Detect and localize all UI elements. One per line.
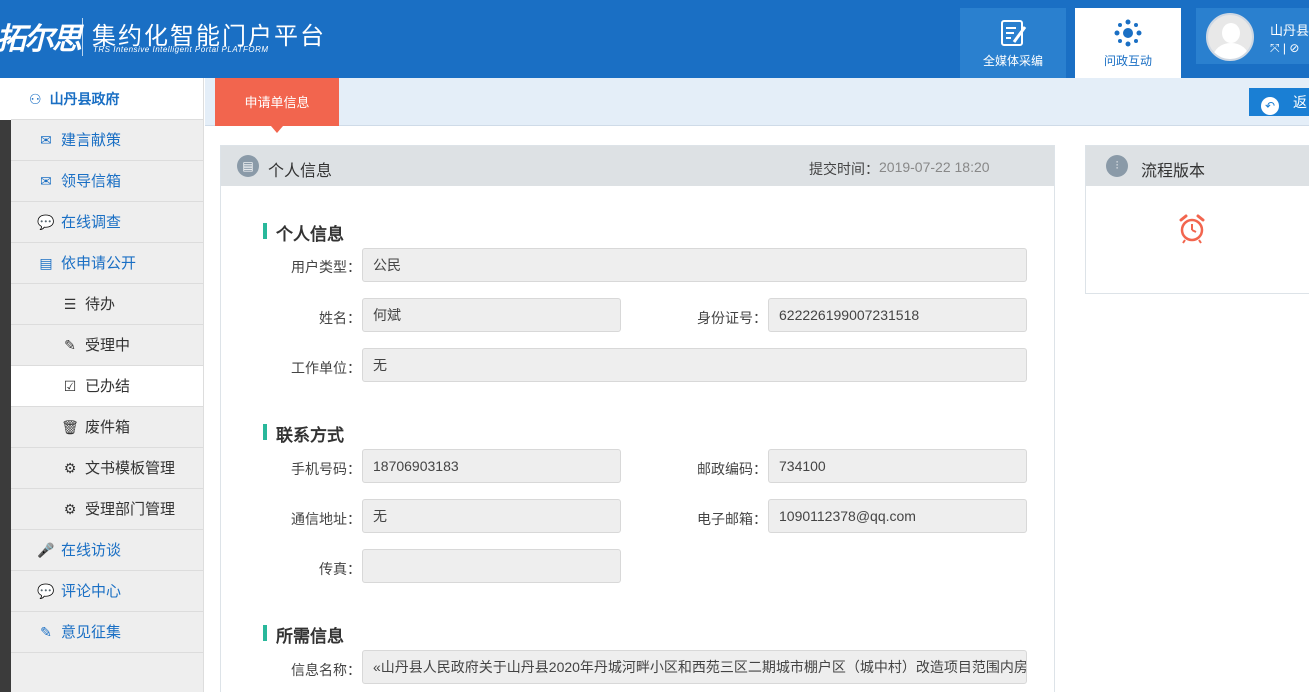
user-name: 山丹县: [1270, 23, 1309, 38]
sidebar-item-label: 依申请公开: [61, 255, 137, 272]
section-contact: 联系方式: [263, 421, 344, 446]
address-label: 通信地址：: [291, 511, 361, 527]
id-number-label: 身份证号：: [697, 310, 767, 326]
comment-icon: 💬: [37, 583, 55, 599]
microphone-icon: 🎤: [37, 542, 55, 558]
avatar[interactable]: [1206, 13, 1254, 61]
sidebar-menu: ✉ 建言献策 ✉ 领导信箱 💬 在线调查 ▤ 依申请公开 ☰ 待办 ✎ 受理中 ☑ 已办结 🗑 废件箱 ⚙ 文书模…: [11, 120, 203, 653]
sidebar-item-label: 领导信箱: [61, 173, 122, 190]
sidebar-item[interactable]: ✉ 建言献策: [11, 120, 203, 161]
sidebar-item-label: 受理部门管理: [85, 501, 176, 518]
sidebar-item-label: 意见征集: [61, 624, 122, 641]
edit-icon: ✎: [64, 337, 76, 353]
workflow-title: 流程版本: [1141, 163, 1206, 180]
sidebar-item[interactable]: ✉ 领导信箱: [11, 161, 203, 202]
email-label: 电子邮箱：: [697, 511, 767, 527]
trash-icon: 🗑: [61, 419, 79, 435]
sidebar-item[interactable]: ✎ 受理中: [11, 325, 203, 366]
name-label: 姓名：: [319, 310, 361, 326]
sidebar-item[interactable]: ☑ 已办结: [11, 366, 203, 407]
avatar-body: [1213, 43, 1249, 59]
sidebar-item[interactable]: ⚙ 文书模板管理: [11, 448, 203, 489]
section-required-info: 所需信息: [263, 622, 344, 647]
sidebar-item-label: 在线访谈: [61, 542, 122, 559]
phone-field[interactable]: 18706903183: [362, 449, 621, 483]
sidebar-org-title[interactable]: ⚇ 山丹县政府: [11, 78, 203, 120]
fax-label: 传真：: [319, 561, 361, 577]
content-tabbar: 申请单信息 ↶ 返: [205, 78, 1309, 133]
sidebar-rail-top: [0, 78, 11, 120]
mail-icon: ✉: [40, 173, 52, 189]
workflow-panel: ⫶ 流程版本: [1085, 145, 1309, 294]
mail-icon: ✉: [40, 132, 52, 148]
sidebar-item-label: 受理中: [85, 337, 131, 354]
panel-header: ▤ 个人信息 提交时间： 2019-07-22 18:20: [221, 146, 1054, 186]
user-menu[interactable]: 山丹县 ⤧ | ⊘: [1196, 8, 1309, 64]
list-icon: ▤: [39, 255, 53, 271]
chat-icon: 💬: [37, 214, 55, 230]
postcode-field[interactable]: 734100: [768, 449, 1027, 483]
logo-separator: [82, 18, 83, 56]
sidebar-rail: [0, 120, 11, 692]
submit-time-label: 提交时间：: [809, 161, 879, 177]
logo-mark: 拓尔思: [0, 22, 82, 57]
name-field[interactable]: 何斌: [362, 298, 621, 332]
employer-field[interactable]: 无: [362, 348, 1027, 382]
postcode-label: 邮政编码：: [697, 461, 767, 477]
alarm-clock-icon: [1179, 214, 1205, 244]
sidebar-item[interactable]: ☰ 待办: [11, 284, 203, 325]
id-number-field[interactable]: 622226199007231518: [768, 298, 1027, 332]
back-arrow-icon: ↶: [1261, 97, 1279, 115]
media-edit-icon: [1001, 20, 1027, 46]
edit-icon: ✎: [40, 624, 52, 640]
interaction-icon: [1114, 19, 1142, 47]
workflow-icon: ⫶: [1106, 155, 1128, 177]
user-action-icons[interactable]: ⤧ | ⊘: [1270, 41, 1299, 56]
sidebar-item-label: 废件箱: [85, 419, 131, 436]
employer-label: 工作单位：: [291, 360, 361, 376]
todo-icon: ☰: [63, 296, 77, 312]
address-field[interactable]: 无: [362, 499, 621, 533]
sidebar-item-label: 在线调查: [61, 214, 122, 231]
sidebar-item[interactable]: ✎ 意见征集: [11, 612, 203, 653]
tab-application-info[interactable]: 申请单信息: [215, 78, 339, 133]
sidebar-item-label: 建言献策: [61, 132, 122, 149]
section-personal: 个人信息: [263, 220, 344, 245]
panel-title: 个人信息: [268, 163, 333, 180]
sidebar-item[interactable]: 💬 在线调查: [11, 202, 203, 243]
avatar-head: [1222, 23, 1240, 43]
info-name-field[interactable]: «山丹县人民政府关于山丹县2020年丹城河畔小区和西苑三区二期城市棚户区（城中村…: [362, 650, 1027, 684]
sidebar-item[interactable]: ⚙ 受理部门管理: [11, 489, 203, 530]
nav-tab-label: 问政互动: [1103, 54, 1152, 68]
sidebar-item-label: 文书模板管理: [85, 460, 176, 477]
fax-field[interactable]: [362, 549, 621, 583]
workflow-panel-header: ⫶ 流程版本: [1086, 146, 1309, 186]
sidebar-item[interactable]: 🎤 在线访谈: [11, 530, 203, 571]
nav-tab-interaction[interactable]: 问政互动: [1075, 8, 1181, 78]
gear-icon: ⚙: [63, 501, 77, 517]
sidebar-item[interactable]: 💬 评论中心: [11, 571, 203, 612]
nav-tab-media[interactable]: 全媒体采编: [960, 8, 1066, 78]
sidebar: ⚇ 山丹县政府 ✉ 建言献策 ✉ 领导信箱 💬 在线调查 ▤ 依申请公开 ☰ 待办 ✎ 受理中 ☑ 已办结 🗑…: [11, 78, 204, 692]
application-panel: ▤ 个人信息 提交时间： 2019-07-22 18:20 个人信息 用户类型：…: [220, 145, 1055, 692]
submit-time: 2019-07-22 18:20: [879, 159, 990, 175]
user-type-field[interactable]: 公民: [362, 248, 1027, 282]
email-field[interactable]: 1090112378@qq.com: [768, 499, 1027, 533]
back-button[interactable]: ↶ 返: [1249, 88, 1309, 116]
clipboard-icon: ▤: [237, 155, 259, 177]
user-type-label: 用户类型：: [291, 259, 361, 275]
sidebar-item[interactable]: ▤ 依申请公开: [11, 243, 203, 284]
sidebar-item-label: 待办: [85, 296, 116, 313]
nav-tab-label: 全媒体采编: [982, 54, 1043, 68]
org-tree-icon: ⚇: [29, 91, 42, 107]
info-name-label: 信息名称：: [291, 662, 361, 678]
check-icon: ☑: [63, 378, 77, 394]
phone-label: 手机号码：: [291, 461, 361, 477]
gear-icon: ⚙: [63, 460, 77, 476]
platform-subtitle: TRS Intensive Intelligent Portal PLATFOR…: [93, 45, 269, 54]
sidebar-item-label: 已办结: [85, 378, 131, 395]
top-header: 拓尔思 集约化智能门户平台 TRS Intensive Intelligent …: [0, 0, 1309, 78]
sidebar-item-label: 评论中心: [61, 583, 122, 600]
sidebar-item[interactable]: 🗑 废件箱: [11, 407, 203, 448]
